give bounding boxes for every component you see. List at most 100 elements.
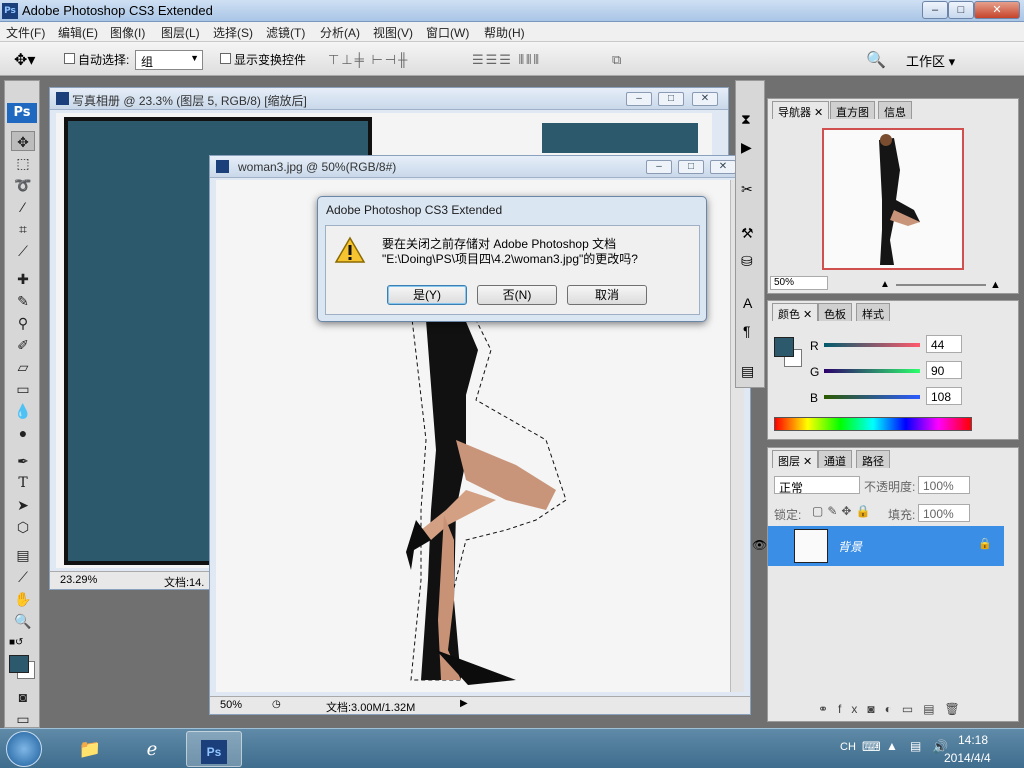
blur-tool-icon[interactable]: 💧: [11, 401, 35, 421]
lasso-tool-icon[interactable]: ➰: [11, 175, 35, 195]
zoom-out-icon[interactable]: ▲: [880, 279, 890, 290]
menu-analysis[interactable]: 分析(A): [320, 24, 360, 41]
r-slider[interactable]: [824, 343, 920, 347]
notes-tool-icon[interactable]: ▤: [11, 545, 35, 565]
brushes-panel-icon[interactable]: ⚒: [741, 225, 754, 242]
actions-panel-icon[interactable]: ▶: [741, 139, 752, 156]
clone-source-icon[interactable]: ⛁: [741, 253, 753, 270]
keyboard-icon[interactable]: ⌨: [862, 739, 881, 755]
menu-help[interactable]: 帮助(H): [484, 24, 525, 41]
auto-select-dropdown[interactable]: 组 ▼: [135, 50, 203, 70]
history-brush-icon[interactable]: ✐: [11, 335, 35, 355]
menu-view[interactable]: 视图(V): [373, 24, 413, 41]
menu-image[interactable]: 图像(I): [110, 24, 145, 41]
magic-wand-icon[interactable]: ⁄: [11, 197, 35, 217]
character-panel-icon[interactable]: A: [743, 295, 752, 311]
language-indicator[interactable]: CH: [840, 741, 856, 753]
clock-time[interactable]: 14:18: [958, 733, 988, 747]
yes-button[interactable]: 是(Y): [387, 285, 467, 305]
type-tool-icon[interactable]: T: [11, 473, 35, 493]
marquee-tool-icon[interactable]: ⬚: [11, 153, 35, 173]
swap-colors-icon[interactable]: ■↺: [9, 637, 23, 648]
minimize-button[interactable]: –: [922, 1, 948, 19]
network-icon[interactable]: ▤: [910, 739, 921, 753]
gradient-tool-icon[interactable]: ▭: [11, 379, 35, 399]
brush-tool-icon[interactable]: ✎: [11, 291, 35, 311]
screen-mode-icon[interactable]: ▭: [11, 709, 35, 729]
distribute-icons[interactable]: ☰☰☰ ⫴⫴⫴: [472, 52, 541, 68]
menu-file[interactable]: 文件(F): [6, 24, 45, 41]
doc-maximize-button[interactable]: □: [658, 92, 684, 106]
status-menu-icon[interactable]: ◷: [272, 699, 281, 710]
tab-color[interactable]: 颜色 ✕: [772, 303, 819, 321]
navigator-zoom-slider[interactable]: [896, 284, 986, 286]
opacity-field[interactable]: 100%: [918, 476, 970, 494]
menu-layer[interactable]: 图层(L): [161, 24, 200, 41]
navigator-preview[interactable]: [822, 128, 964, 270]
tab-layers[interactable]: 图层 ✕: [772, 450, 819, 468]
doc-minimize-button[interactable]: –: [646, 160, 672, 174]
g-value-field[interactable]: 90: [926, 361, 962, 379]
clone-stamp-icon[interactable]: ⚲: [11, 313, 35, 333]
align-icons[interactable]: ⊤⊥╪ ⊢⊣╫: [328, 52, 409, 68]
zoom-in-icon[interactable]: ▲: [990, 279, 1001, 291]
foreground-color-swatch[interactable]: [9, 655, 29, 673]
no-button[interactable]: 否(N): [477, 285, 557, 305]
color-spectrum-bar[interactable]: [774, 417, 972, 431]
eye-icon[interactable]: 👁: [752, 538, 767, 552]
cancel-button[interactable]: 取消: [567, 285, 647, 305]
tab-channels[interactable]: 通道: [818, 450, 852, 468]
auto-align-icon[interactable]: ⧉: [612, 52, 621, 68]
crop-tool-icon[interactable]: ⌗: [11, 219, 35, 239]
zoom-tool-icon[interactable]: 🔍: [11, 611, 35, 631]
menu-filter[interactable]: 滤镜(T): [266, 24, 305, 41]
paragraph-panel-icon[interactable]: ¶: [743, 323, 751, 339]
menu-window[interactable]: 窗口(W): [426, 24, 469, 41]
foreground-color-swatch[interactable]: [774, 337, 794, 357]
move-tool-icon[interactable]: ✥▾: [14, 50, 35, 70]
hand-tool-icon[interactable]: ✋: [11, 589, 35, 609]
g-slider[interactable]: [824, 369, 920, 373]
healing-brush-icon[interactable]: ✚: [11, 269, 35, 289]
photoshop-taskbar-icon[interactable]: Ps: [186, 731, 242, 767]
b-value-field[interactable]: 108: [926, 387, 962, 405]
fill-field[interactable]: 100%: [918, 504, 970, 522]
quick-mask-icon[interactable]: ◙: [11, 687, 35, 707]
maximize-button[interactable]: □: [948, 1, 974, 19]
internet-explorer-icon[interactable]: ℯ: [124, 731, 180, 767]
tab-paths[interactable]: 路径: [856, 450, 890, 468]
status-arrow-icon[interactable]: ▶: [460, 698, 468, 709]
dodge-tool-icon[interactable]: ●: [11, 423, 35, 443]
show-transform-checkbox[interactable]: [220, 53, 231, 64]
tool-presets-icon[interactable]: ✂: [741, 181, 753, 198]
doc-minimize-button[interactable]: –: [626, 92, 652, 106]
start-button[interactable]: [6, 731, 42, 767]
layer-row-background[interactable]: 👁 背景 🔒: [752, 526, 1004, 566]
pen-tool-icon[interactable]: ✒: [11, 451, 35, 471]
tray-arrow-icon[interactable]: ▲: [886, 739, 898, 753]
eraser-tool-icon[interactable]: ▱: [11, 357, 35, 377]
tab-histogram[interactable]: 直方图: [830, 101, 875, 119]
file-explorer-icon[interactable]: 📁: [62, 731, 118, 767]
tab-swatches[interactable]: 色板: [818, 303, 852, 321]
eyedropper-icon[interactable]: ⟋: [11, 567, 35, 587]
shape-tool-icon[interactable]: ⬡: [11, 517, 35, 537]
menu-select[interactable]: 选择(S): [213, 24, 253, 41]
tab-styles[interactable]: 样式: [856, 303, 890, 321]
layer-actions[interactable]: ⚭fx◙◐▭▤🗑: [818, 702, 970, 716]
path-select-icon[interactable]: ➤: [11, 495, 35, 515]
history-panel-icon[interactable]: ⧗: [741, 111, 751, 128]
menu-edit[interactable]: 编辑(E): [58, 24, 98, 41]
move-tool-icon[interactable]: ✥: [11, 131, 35, 151]
doc-close-button[interactable]: ✕: [692, 92, 718, 106]
blend-mode-dropdown[interactable]: 正常: [774, 476, 860, 495]
layer-comps-icon[interactable]: ▤: [741, 363, 754, 380]
r-value-field[interactable]: 44: [926, 335, 962, 353]
close-button[interactable]: ✕: [974, 1, 1020, 19]
clock-date[interactable]: 2014/4/4: [944, 751, 991, 765]
workspace-menu[interactable]: 工作区 ▾: [906, 51, 955, 70]
b-slider[interactable]: [824, 395, 920, 399]
tab-info[interactable]: 信息: [878, 101, 912, 119]
auto-select-checkbox[interactable]: [64, 53, 75, 64]
slice-tool-icon[interactable]: ⟋: [11, 241, 35, 261]
